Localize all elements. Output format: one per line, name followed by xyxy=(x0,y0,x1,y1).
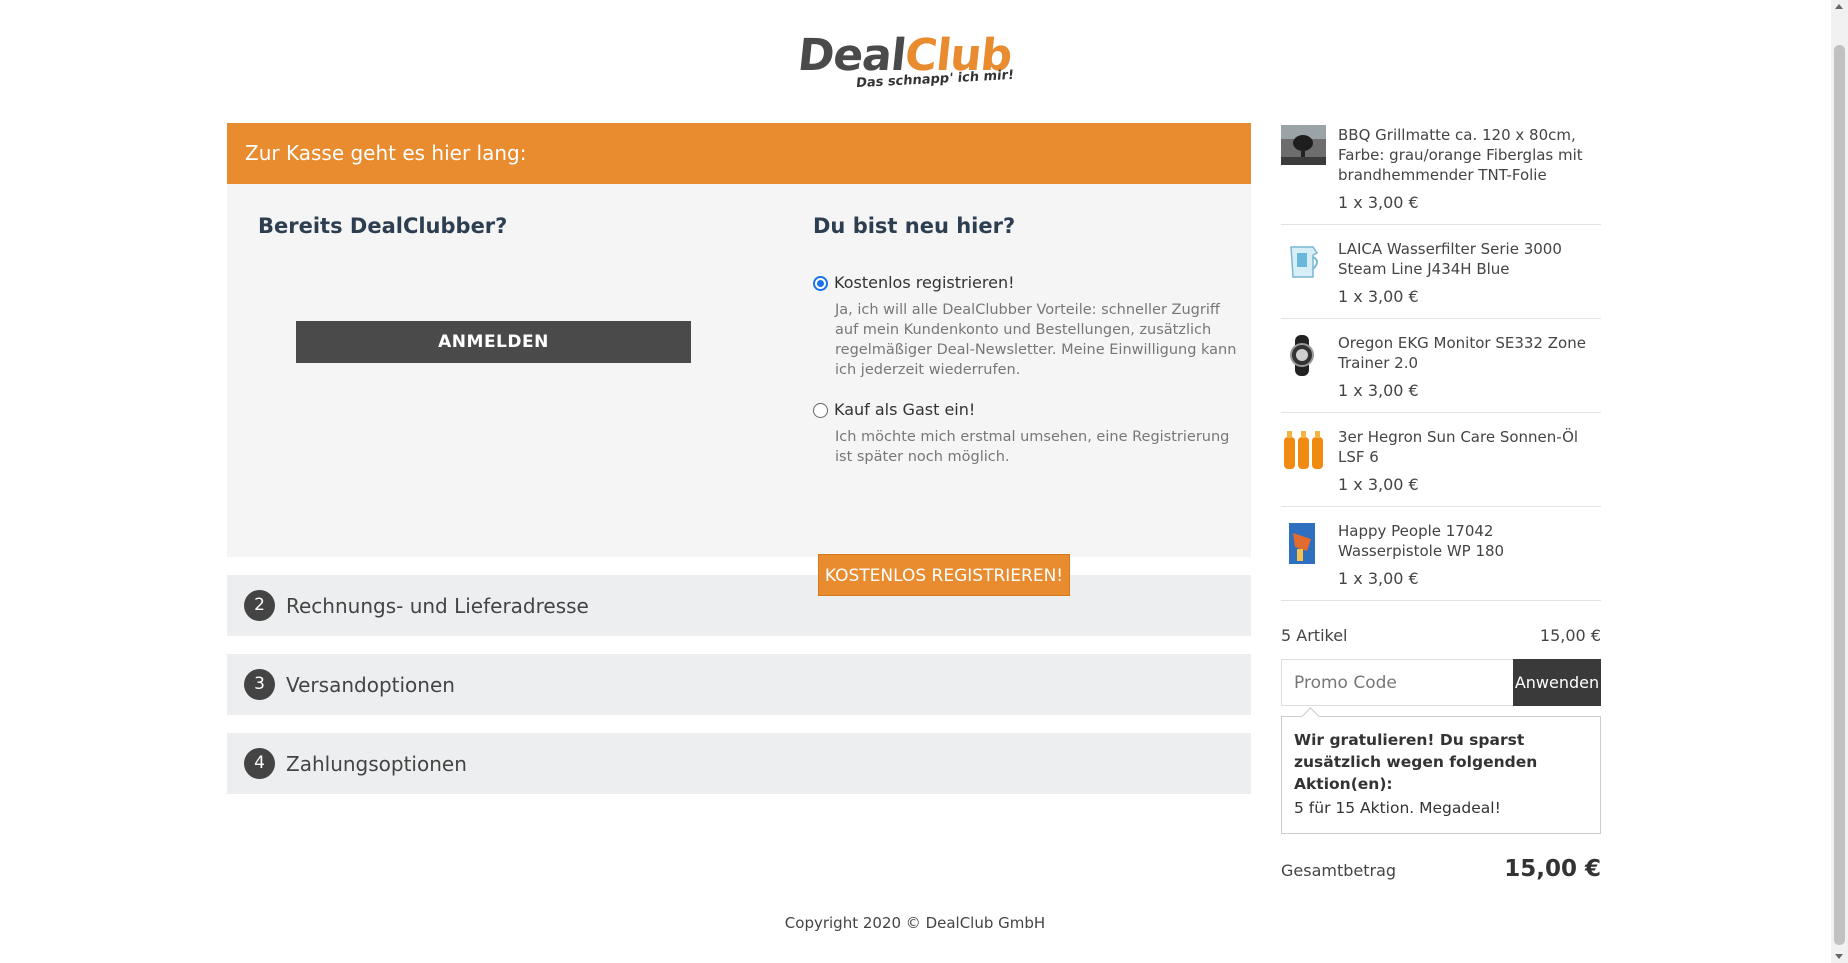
item-count: 5 Artikel xyxy=(1281,626,1348,645)
cart-item-qty: 1 x 3,00 € xyxy=(1338,569,1419,588)
step-number: 4 xyxy=(244,748,275,779)
guest-radio[interactable] xyxy=(813,403,828,418)
cart-item-qty: 1 x 3,00 € xyxy=(1338,475,1419,494)
sun-oil-thumbnail xyxy=(1281,427,1326,472)
water-pistol-thumbnail xyxy=(1281,521,1326,566)
cart-item: LAICA Wasserfilter Serie 3000 Steam Line… xyxy=(1281,225,1601,319)
step-number: 3 xyxy=(244,669,275,700)
total-row: Gesamtbetrag 15,00 € xyxy=(1281,856,1601,882)
cart-item-qty: 1 x 3,00 € xyxy=(1338,193,1419,212)
total-value: 15,00 € xyxy=(1504,856,1601,882)
option-guest[interactable]: Kauf als Gast ein! xyxy=(813,400,975,419)
promotion-notice: Wir gratulieren! Du sparst zusätzlich we… xyxy=(1281,716,1601,834)
scroll-down-icon[interactable] xyxy=(1835,954,1843,959)
water-filter-thumbnail xyxy=(1281,239,1326,284)
step-payment-options[interactable]: 4 Zahlungsoptionen xyxy=(227,733,1251,794)
cart-item: Happy People 17042 Wasserpistole WP 180 … xyxy=(1281,507,1601,601)
step-billing-address[interactable]: 2 Rechnungs- und Lieferadresse xyxy=(227,575,1251,636)
cart-item: 3er Hegron Sun Care Sonnen-Öl LSF 6 1 x … xyxy=(1281,413,1601,507)
new-customer-column: Du bist neu hier? Kostenlos registrieren… xyxy=(813,184,1243,596)
cart-item-name[interactable]: Happy People 17042 Wasserpistole WP 180 xyxy=(1338,521,1601,561)
step-number: 2 xyxy=(244,590,275,621)
register-button[interactable]: KOSTENLOS REGISTRIEREN! xyxy=(818,554,1070,596)
promotion-notice-title: Wir gratulieren! Du sparst zusätzlich we… xyxy=(1294,731,1538,793)
cart-item-name[interactable]: 3er Hegron Sun Care Sonnen-Öl LSF 6 xyxy=(1338,427,1601,467)
subtotal-value: 15,00 € xyxy=(1539,626,1601,645)
login-button[interactable]: ANMELDEN xyxy=(296,321,691,363)
step-label: Rechnungs- und Lieferadresse xyxy=(286,593,589,618)
cart-item-name[interactable]: LAICA Wasserfilter Serie 3000 Steam Line… xyxy=(1338,239,1601,279)
existing-customer-column: Bereits DealClubber? ANMELDEN xyxy=(258,184,698,363)
existing-customer-title: Bereits DealClubber? xyxy=(258,214,508,238)
cart-item-name[interactable]: BBQ Grillmatte ca. 120 x 80cm, Farbe: gr… xyxy=(1338,125,1601,185)
total-label: Gesamtbetrag xyxy=(1281,861,1397,880)
option-register[interactable]: Kostenlos registrieren! xyxy=(813,273,1015,292)
subtotal-row: 5 Artikel 15,00 € xyxy=(1281,626,1601,645)
vertical-scrollbar[interactable] xyxy=(1831,0,1848,963)
grill-mat-thumbnail xyxy=(1281,125,1326,170)
login-section: Bereits DealClubber? ANMELDEN Du bist ne… xyxy=(227,184,1251,596)
cart-item: BBQ Grillmatte ca. 120 x 80cm, Farbe: gr… xyxy=(1281,123,1601,225)
footer-copyright: Copyright 2020 © DealClub GmbH xyxy=(784,914,1046,932)
cart-summary: BBQ Grillmatte ca. 120 x 80cm, Farbe: gr… xyxy=(1281,123,1601,882)
new-customer-title: Du bist neu hier? xyxy=(813,214,1016,238)
cart-item-name[interactable]: Oregon EKG Monitor SE332 Zone Trainer 2.… xyxy=(1338,333,1601,373)
checkout-main: Zur Kasse geht es hier lang: Bereits Dea… xyxy=(227,123,1251,794)
promo-code-input[interactable] xyxy=(1281,659,1513,706)
step-label: Zahlungsoptionen xyxy=(286,751,467,776)
cart-item: Oregon EKG Monitor SE332 Zone Trainer 2.… xyxy=(1281,319,1601,413)
cart-item-qty: 1 x 3,00 € xyxy=(1338,287,1419,306)
cart-item-qty: 1 x 3,00 € xyxy=(1338,381,1419,400)
scrollbar-thumb[interactable] xyxy=(1834,45,1845,945)
register-option-label[interactable]: Kostenlos registrieren! xyxy=(834,273,1015,292)
register-radio[interactable] xyxy=(813,276,828,291)
promo-code-form: Anwenden xyxy=(1281,659,1601,706)
register-option-description: Ja, ich will alle DealClubber Vorteile: … xyxy=(835,302,1237,378)
checkout-banner: Zur Kasse geht es hier lang: xyxy=(227,123,1251,184)
promotion-notice-text: 5 für 15 Aktion. Megadeal! xyxy=(1294,799,1501,817)
guest-option-label[interactable]: Kauf als Gast ein! xyxy=(834,400,975,419)
apply-promo-button[interactable]: Anwenden xyxy=(1513,659,1601,706)
logo-deal-text: Deal xyxy=(795,30,908,81)
step-shipping-options[interactable]: 3 Versandoptionen xyxy=(227,654,1251,715)
dealclub-logo[interactable]: DealClub Das schnapp' ich mir! xyxy=(795,30,1030,92)
heart-monitor-thumbnail xyxy=(1281,333,1326,378)
scroll-up-icon[interactable] xyxy=(1835,4,1843,9)
step-label: Versandoptionen xyxy=(286,672,455,697)
guest-option-description: Ich möchte mich erstmal umsehen, eine Re… xyxy=(835,429,1230,465)
